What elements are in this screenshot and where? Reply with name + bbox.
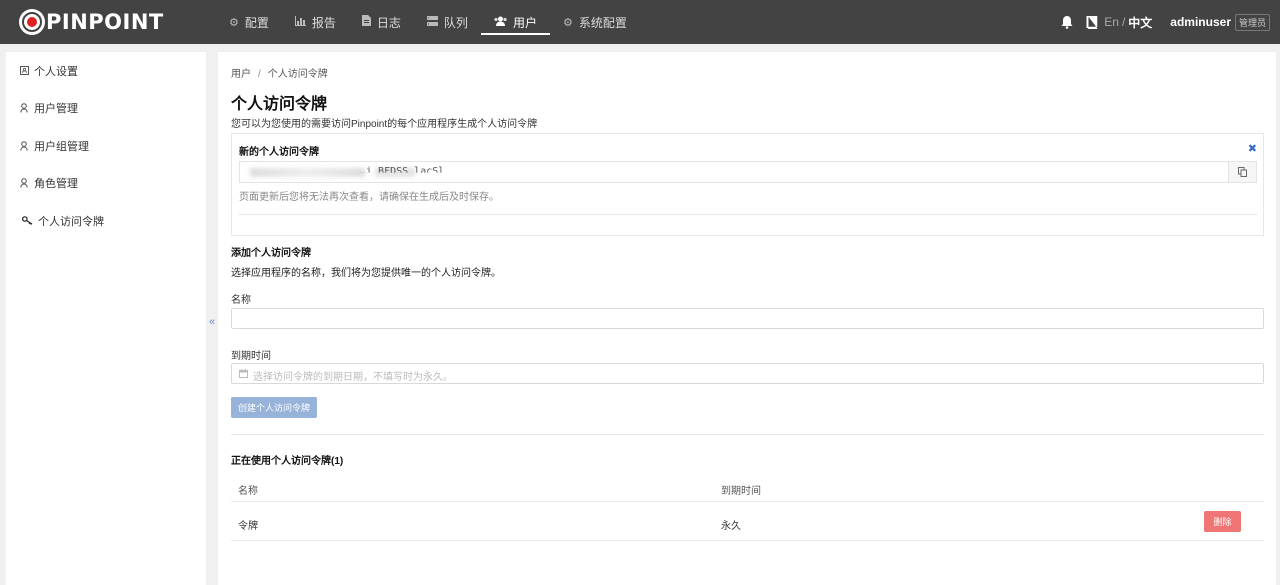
- sidebar-item-label: 用户管理: [34, 103, 78, 116]
- id-card-icon: [20, 66, 29, 76]
- server-icon: [426, 15, 438, 29]
- username[interactable]: adminuser: [1170, 15, 1231, 29]
- column-header-expiry: 到期时间: [721, 486, 761, 497]
- sidebar-item-role-management[interactable]: 角色管理: [6, 165, 206, 203]
- sidebar-item-personal-access-token[interactable]: 个人访问令牌: [6, 202, 206, 240]
- token-row-name: 令牌: [238, 521, 258, 532]
- create-token-button[interactable]: 创建个人访问令牌: [231, 397, 317, 418]
- divider: [231, 434, 1264, 435]
- token-redaction: [250, 168, 365, 177]
- token-value-field[interactable]: …i BFDSS lacSl: [239, 161, 1257, 183]
- role-badge: 管理员: [1234, 13, 1270, 31]
- calendar-icon: [239, 369, 248, 378]
- nav-item-log[interactable]: 日志: [349, 0, 414, 44]
- breadcrumb: 用户 / 个人访问令牌: [231, 65, 328, 80]
- sidebar: 个人设置 用户管理 用户组管理 角色管理 个人访问令牌: [6, 52, 206, 585]
- sidebar-item-label: 个人设置: [34, 65, 78, 78]
- table-row-divider: [231, 501, 1264, 502]
- nav-item-config[interactable]: ⚙ 配置: [216, 0, 282, 44]
- token-row-expiry: 永久: [721, 521, 741, 532]
- table-row-divider: [231, 540, 1264, 541]
- nav-item-report[interactable]: 报告: [282, 0, 349, 44]
- breadcrumb-item-current: 个人访问令牌: [267, 69, 328, 80]
- column-header-name: 名称: [238, 486, 258, 497]
- bar-chart-icon: [294, 15, 306, 29]
- active-tokens-title: 正在使用个人访问令牌(1): [231, 456, 344, 467]
- nav-item-label: 系统配置: [578, 15, 627, 30]
- new-token-note: 页面更新后您将无法再次查看，请确保在生成后及时保存。: [239, 192, 499, 203]
- breadcrumb-separator: /: [258, 69, 261, 80]
- book-icon[interactable]: [1086, 15, 1098, 29]
- gear-icon: ⚙: [562, 16, 573, 29]
- nav-item-label: 日志: [376, 15, 401, 30]
- name-input[interactable]: [231, 308, 1264, 329]
- copy-token-button[interactable]: [1228, 162, 1256, 182]
- divider: [239, 214, 1257, 215]
- file-icon: [361, 15, 371, 29]
- logo-text: PINPOINT: [46, 10, 164, 34]
- bell-icon[interactable]: [1060, 15, 1074, 29]
- new-token-panel: 新的个人访问令牌 ✖ …i BFDSS lacSl 页面更新后您将无法再次查看，…: [231, 133, 1264, 236]
- sidebar-item-label: 个人访问令牌: [38, 215, 104, 228]
- sidebar-item-label: 用户组管理: [34, 140, 89, 153]
- nav-item-label: 队列: [443, 15, 468, 30]
- close-icon[interactable]: ✖: [1248, 142, 1257, 155]
- expiry-date-picker[interactable]: 选择访问令牌的到期日期，不填写时为永久。: [231, 363, 1264, 384]
- sidebar-item-user-group-management[interactable]: 用户组管理: [6, 127, 206, 165]
- new-token-title: 新的个人访问令牌: [239, 147, 319, 158]
- key-icon: [22, 216, 33, 226]
- pinpoint-logo[interactable]: PINPOINT: [19, 9, 164, 35]
- sidebar-item-label: 角色管理: [34, 178, 78, 191]
- nav-item-label: 报告: [311, 15, 336, 30]
- name-label: 名称: [231, 295, 251, 306]
- header-right: En / 中文 adminuser 管理员: [1060, 0, 1270, 44]
- add-token-description: 选择应用程序的名称，我们将为您提供唯一的个人访问令牌。: [231, 268, 501, 279]
- main-nav: ⚙ 配置 报告 日志 队列 用户 ⚙ 系统配置: [216, 0, 640, 44]
- breadcrumb-item-users[interactable]: 用户: [231, 69, 251, 80]
- user-icon: [20, 178, 28, 188]
- add-token-title: 添加个人访问令牌: [231, 248, 311, 259]
- top-navbar: PINPOINT ⚙ 配置 报告 日志 队列 用户 ⚙ 系统配置 En / 中文…: [0, 0, 1280, 44]
- nav-item-queue[interactable]: 队列: [414, 0, 481, 44]
- page-title: 个人访问令牌: [231, 96, 328, 113]
- main-content: 用户 / 个人访问令牌 个人访问令牌 您可以为您使用的需要访问Pinpoint的每个…: [218, 52, 1276, 585]
- nav-item-label: 配置: [244, 15, 269, 30]
- users-icon: [494, 16, 507, 29]
- nav-item-users[interactable]: 用户: [480, 0, 550, 44]
- sidebar-item-personal-settings[interactable]: 个人设置: [6, 52, 206, 90]
- delete-token-button[interactable]: 删除: [1204, 511, 1241, 532]
- lang-en-link[interactable]: En: [1104, 15, 1119, 29]
- copy-icon: [1238, 167, 1247, 177]
- gear-icon: ⚙: [229, 16, 239, 29]
- sidebar-item-user-management[interactable]: 用户管理: [6, 90, 206, 128]
- sidebar-collapse-button[interactable]: «: [206, 314, 218, 330]
- lang-separator: /: [1121, 15, 1126, 29]
- page-description: 您可以为您使用的需要访问Pinpoint的每个应用程序生成个人访问令牌: [231, 119, 538, 130]
- logo-mark-icon: [19, 9, 45, 35]
- user-icon: [20, 103, 28, 113]
- nav-item-system-config[interactable]: ⚙ 系统配置: [550, 0, 640, 44]
- expiry-label: 到期时间: [231, 351, 271, 362]
- nav-item-label: 用户: [512, 15, 537, 30]
- lang-zh-link[interactable]: 中文: [1128, 14, 1152, 31]
- user-icon: [20, 140, 28, 151]
- expiry-placeholder: 选择访问令牌的到期日期，不填写时为永久。: [253, 372, 453, 383]
